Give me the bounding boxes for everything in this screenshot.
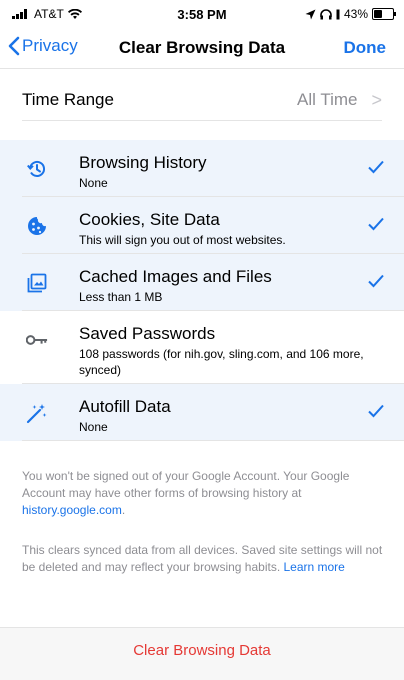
checkmark-icon	[368, 274, 384, 288]
learn-more-link[interactable]: Learn more	[283, 560, 344, 574]
battery-percent: 43%	[343, 7, 368, 21]
option-autofill[interactable]: Autofill Data None	[0, 384, 404, 441]
navigation-bar: Privacy Clear Browsing Data Done	[0, 28, 404, 69]
history-icon	[26, 158, 48, 180]
option-title: Cookies, Site Data	[79, 210, 220, 229]
checkmark-icon	[368, 404, 384, 418]
status-right: 43%	[305, 7, 396, 21]
bottom-bar: Clear Browsing Data	[0, 627, 404, 680]
option-subtitle: None	[79, 176, 108, 190]
chevron-right-icon: >	[371, 89, 382, 110]
checkmark-icon	[368, 217, 384, 231]
done-button[interactable]: Done	[344, 38, 387, 58]
battery-icon	[372, 8, 396, 20]
option-saved-passwords[interactable]: Saved Passwords 108 passwords (for nih.g…	[0, 311, 404, 384]
history-google-link[interactable]: history.google.com	[22, 503, 122, 517]
magic-wand-icon	[26, 402, 48, 424]
account-footnote-text: You won't be signed out of your Google A…	[22, 469, 350, 500]
data-types-list: Browsing History None Cookies, Site Data…	[0, 140, 404, 441]
option-browsing-history[interactable]: Browsing History None	[0, 140, 404, 197]
time-range-label: Time Range	[22, 90, 114, 109]
location-arrow-icon	[305, 9, 316, 19]
account-footnote: You won't be signed out of your Google A…	[22, 468, 386, 519]
headphones-icon	[320, 8, 332, 19]
option-title: Browsing History	[79, 153, 207, 172]
option-subtitle: 108 passwords (for nih.gov, sling.com, a…	[79, 347, 364, 377]
orientation-lock-icon	[336, 9, 340, 19]
sync-footnote: This clears synced data from all devices…	[22, 542, 386, 576]
option-cached-images[interactable]: Cached Images and Files Less than 1 MB	[0, 254, 404, 311]
option-subtitle: Less than 1 MB	[79, 290, 163, 304]
status-bar: AT&T 3:58 PM 43%	[0, 0, 404, 28]
checkmark-icon	[368, 160, 384, 174]
option-subtitle: This will sign you out of most websites.	[79, 233, 286, 247]
clear-browsing-data-screen: AT&T 3:58 PM 43% Privacy Clear Browsing …	[0, 0, 404, 680]
option-title: Saved Passwords	[79, 324, 216, 343]
time-range-row[interactable]: Time Range All Time >	[22, 80, 382, 121]
cookie-icon	[26, 215, 48, 237]
option-title: Cached Images and Files	[79, 267, 272, 286]
image-icon	[26, 272, 48, 294]
option-subtitle: None	[79, 420, 108, 434]
account-footnote-end: .	[121, 503, 126, 517]
option-title: Autofill Data	[79, 397, 171, 416]
clear-browsing-data-button[interactable]: Clear Browsing Data	[0, 642, 404, 659]
time-range-value: All Time	[297, 90, 358, 109]
option-cookies[interactable]: Cookies, Site Data This will sign you ou…	[0, 197, 404, 254]
key-icon	[26, 329, 48, 351]
